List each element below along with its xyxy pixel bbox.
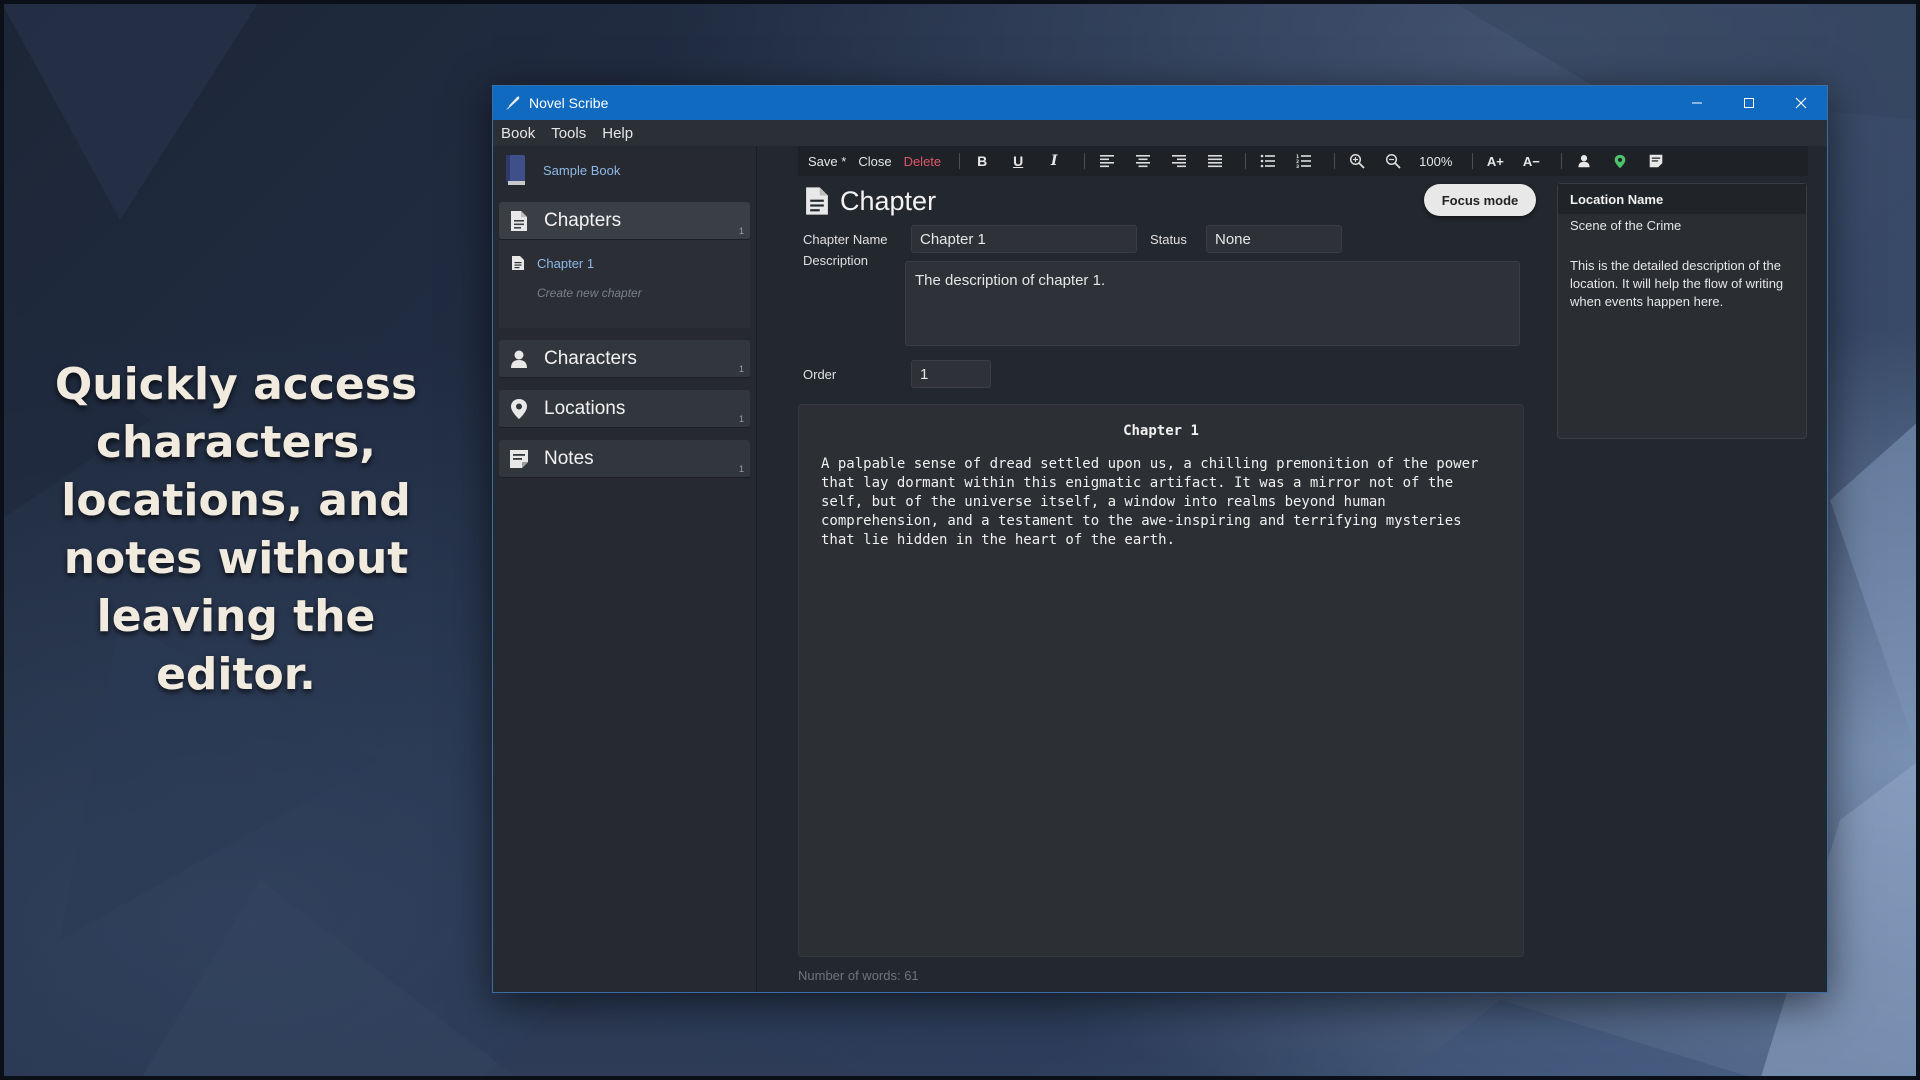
toolbar-separator xyxy=(1084,153,1086,169)
focus-mode-button[interactable]: Focus mode xyxy=(1424,184,1536,216)
numbered-list-icon[interactable]: 123 xyxy=(1294,151,1314,171)
menu-book[interactable]: Book xyxy=(501,125,535,142)
window-controls xyxy=(1671,86,1827,120)
note-icon xyxy=(508,448,530,470)
promo-line: characters, xyxy=(95,417,377,468)
order-input[interactable]: 1 xyxy=(911,360,991,388)
menu-help[interactable]: Help xyxy=(602,125,633,142)
sidebar-section-notes[interactable]: Notes 1 xyxy=(499,440,750,478)
chapter-item[interactable]: Chapter 1 xyxy=(499,248,750,278)
note-icon[interactable] xyxy=(1646,151,1666,171)
toolbar-separator xyxy=(1334,153,1336,169)
title-bar[interactable]: Novel Scribe xyxy=(493,86,1827,120)
order-label: Order xyxy=(803,366,837,382)
location-pin-icon[interactable] xyxy=(1610,151,1630,171)
menu-bar: Book Tools Help xyxy=(493,120,1827,146)
promo-line: notes without xyxy=(63,533,409,584)
promo-text: Quickly access characters, locations, an… xyxy=(20,356,452,704)
book-title: Sample Book xyxy=(543,162,621,178)
page-title: Chapter xyxy=(840,185,937,216)
align-right-icon[interactable] xyxy=(1169,151,1189,171)
description-label: Description xyxy=(803,253,869,268)
description-input[interactable]: The description of chapter 1. xyxy=(905,261,1520,346)
status-row: Status None xyxy=(1150,225,1342,253)
section-count: 1 xyxy=(738,364,744,374)
status-label: Status xyxy=(1150,231,1187,247)
align-center-icon[interactable] xyxy=(1133,151,1153,171)
zoom-in-icon[interactable] xyxy=(1347,151,1367,171)
order-row: Order 1 xyxy=(803,360,991,388)
sidebar-section-characters[interactable]: Characters 1 xyxy=(499,340,750,378)
bold-icon[interactable]: B xyxy=(972,151,992,171)
zoom-out-icon[interactable] xyxy=(1383,151,1403,171)
book-icon xyxy=(506,155,525,185)
toolbar-separator xyxy=(959,153,961,169)
chapter-text-body: A palpable sense of dread settled upon u… xyxy=(821,456,1479,548)
toolbar-separator xyxy=(1561,153,1563,169)
word-count: Number of words: 61 xyxy=(798,968,919,983)
chapter-editor: Chapter Focus mode Chapter Name Chapter … xyxy=(798,181,1538,388)
chapter-name-row: Chapter Name Chapter 1 xyxy=(803,225,1137,253)
underline-icon[interactable]: U xyxy=(1008,151,1028,171)
section-count: 1 xyxy=(738,464,744,474)
description-row: Description xyxy=(803,253,911,268)
document-icon xyxy=(512,256,524,270)
section-label: Chapters xyxy=(544,209,622,231)
create-chapter-link[interactable]: Create new chapter xyxy=(499,278,750,308)
sidebar: Sample Book Chapters 1 Chapter 1 Create … xyxy=(493,146,757,992)
toolbar-separator xyxy=(1472,153,1474,169)
toolbar-separator xyxy=(1245,153,1247,169)
chapter-list: Chapter 1 Create new chapter xyxy=(499,240,750,328)
section-count: 1 xyxy=(738,226,744,236)
delete-button[interactable]: Delete xyxy=(904,154,942,169)
sidebar-section-chapters[interactable]: Chapters 1 xyxy=(499,202,750,240)
location-description: This is the detailed description of the … xyxy=(1570,258,1784,309)
chapter-item-label: Chapter 1 xyxy=(537,255,595,271)
location-pin-icon xyxy=(508,398,530,420)
section-label: Characters xyxy=(544,347,637,369)
align-justify-icon[interactable] xyxy=(1205,151,1225,171)
maximize-icon xyxy=(1744,98,1754,108)
minimize-icon xyxy=(1692,102,1702,104)
chapter-name-label: Chapter Name xyxy=(803,231,888,247)
book-row[interactable]: Sample Book xyxy=(493,146,756,194)
promo-line: leaving the editor. xyxy=(96,591,376,700)
window-title: Novel Scribe xyxy=(529,95,609,111)
section-label: Notes xyxy=(544,447,594,469)
close-button[interactable] xyxy=(1775,86,1827,120)
font-larger-button[interactable]: A+ xyxy=(1485,151,1505,171)
editor-toolbar: Save * Close Delete B U I 123 100% A+ A− xyxy=(798,146,1808,176)
section-count: 1 xyxy=(738,414,744,424)
maximize-button[interactable] xyxy=(1723,86,1775,120)
minimize-button[interactable] xyxy=(1671,86,1723,120)
sidebar-section-locations[interactable]: Locations 1 xyxy=(499,390,750,428)
save-button[interactable]: Save * xyxy=(808,154,846,169)
align-left-icon[interactable] xyxy=(1097,151,1117,171)
zoom-level: 100% xyxy=(1419,153,1453,169)
location-panel-header: Location Name xyxy=(1558,184,1806,214)
section-label: Locations xyxy=(544,397,626,419)
close-icon xyxy=(1795,97,1807,109)
menu-tools[interactable]: Tools xyxy=(551,125,586,142)
document-icon xyxy=(806,187,828,215)
status-select[interactable]: None xyxy=(1206,225,1342,253)
svg-text:3: 3 xyxy=(1296,164,1299,168)
quill-icon xyxy=(503,94,521,112)
promo-line: locations, and xyxy=(61,475,411,526)
font-smaller-button[interactable]: A− xyxy=(1521,151,1541,171)
person-icon xyxy=(508,348,530,370)
italic-icon[interactable]: I xyxy=(1044,151,1064,171)
location-panel: Location Name Scene of the Crime This is… xyxy=(1557,183,1807,439)
person-icon[interactable] xyxy=(1574,151,1594,171)
chapter-name-input[interactable]: Chapter 1 xyxy=(911,225,1137,253)
close-chapter-button[interactable]: Close xyxy=(858,154,891,169)
document-icon xyxy=(508,210,530,232)
chapter-text-heading: Chapter 1 xyxy=(1123,423,1199,439)
location-name: Scene of the Crime xyxy=(1570,218,1682,233)
bullet-list-icon[interactable] xyxy=(1258,151,1278,171)
app-window: Novel Scribe Book Tools Help Sample Book xyxy=(492,85,1828,993)
chapter-text-editor[interactable]: Chapter 1 A palpable sense of dread sett… xyxy=(798,404,1524,957)
promo-line: Quickly access xyxy=(54,359,418,410)
